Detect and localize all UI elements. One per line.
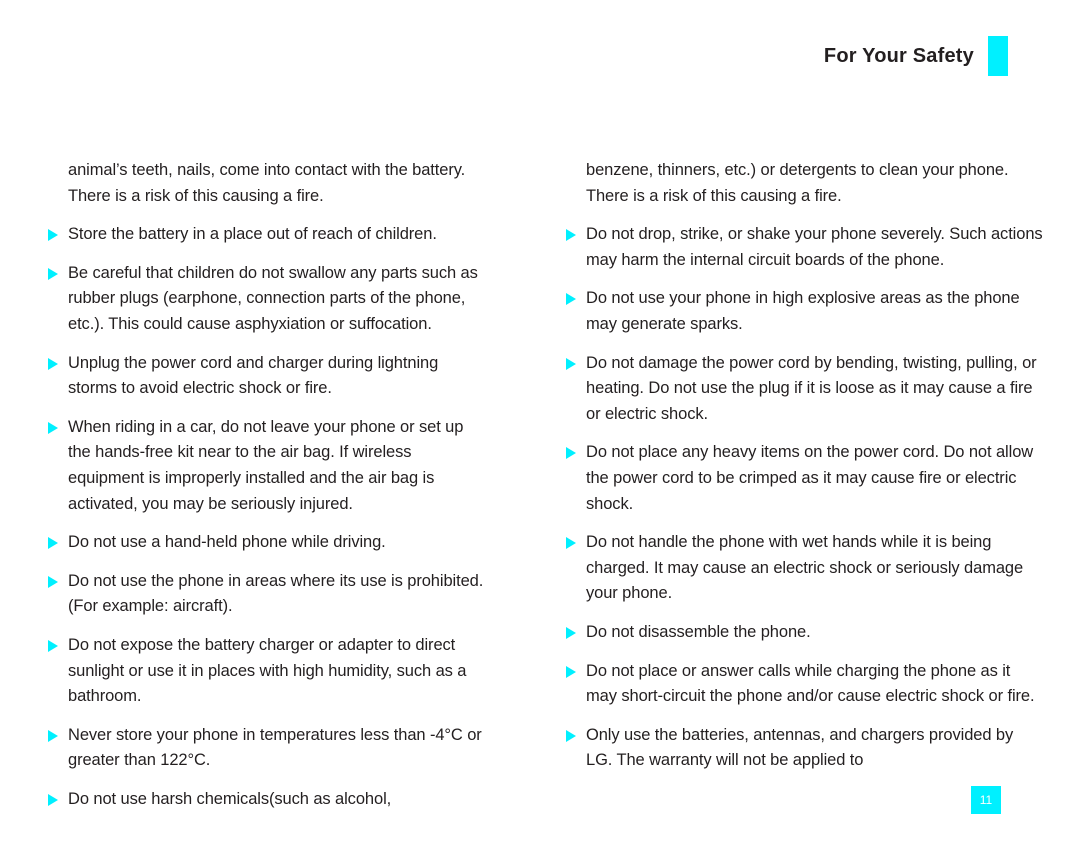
triangle-right-icon bbox=[566, 447, 576, 460]
safety-item-text: animal’s teeth, nails, come into contact… bbox=[68, 161, 466, 205]
text-column-right: benzene, thinners, etc.) or detergents t… bbox=[553, 158, 1053, 825]
safety-bullet-item: Do not place any heavy items on the powe… bbox=[566, 440, 1043, 517]
safety-item-text: Do not expose the battery charger or ada… bbox=[68, 635, 467, 706]
safety-item-text: When riding in a car, do not leave your … bbox=[68, 417, 464, 513]
safety-item-text: Do not disassemble the phone. bbox=[586, 622, 811, 641]
triangle-right-icon bbox=[48, 537, 58, 550]
triangle-right-icon bbox=[48, 793, 58, 806]
safety-item-text: Do not use harsh chemicals(such as alcoh… bbox=[68, 789, 392, 808]
safety-item-text: Do not use the phone in areas where its … bbox=[68, 571, 484, 616]
safety-item-text: Do not place or answer calls while charg… bbox=[586, 661, 1035, 706]
safety-bullet-item: Do not use your phone in high explosive … bbox=[566, 286, 1043, 337]
safety-bullet-item: When riding in a car, do not leave your … bbox=[48, 415, 490, 517]
triangle-right-icon bbox=[48, 421, 58, 434]
triangle-right-icon bbox=[566, 229, 576, 242]
safety-bullet-item: Do not place or answer calls while charg… bbox=[566, 659, 1043, 710]
page-header: For Your Safety bbox=[824, 36, 1008, 76]
page-number-badge: 11 bbox=[971, 786, 1001, 814]
header-accent-bar bbox=[988, 36, 1008, 76]
safety-bullet-item: Never store your phone in temperatures l… bbox=[48, 723, 490, 774]
safety-item-text: benzene, thinners, etc.) or detergents t… bbox=[586, 161, 1009, 205]
safety-bullet-item: Store the battery in a place out of reac… bbox=[48, 222, 490, 248]
triangle-right-icon bbox=[48, 639, 58, 652]
safety-bullet-item: Do not use the phone in areas where its … bbox=[48, 569, 490, 620]
page-content: animal’s teeth, nails, come into contact… bbox=[0, 158, 1080, 825]
safety-item-text: Only use the batteries, antennas, and ch… bbox=[586, 725, 1014, 770]
safety-item-text: Be careful that children do not swallow … bbox=[68, 263, 478, 333]
triangle-right-icon bbox=[566, 626, 576, 639]
text-column-left: animal’s teeth, nails, come into contact… bbox=[0, 158, 500, 825]
safety-item-text: Do not place any heavy items on the powe… bbox=[586, 443, 1034, 513]
safety-item-text: Do not damage the power cord by bending,… bbox=[586, 353, 1037, 423]
safety-bullet-item: Unplug the power cord and charger during… bbox=[48, 351, 490, 402]
triangle-right-icon bbox=[48, 729, 58, 742]
safety-bullet-item: Do not drop, strike, or shake your phone… bbox=[566, 222, 1043, 273]
triangle-right-icon bbox=[566, 293, 576, 306]
safety-bullet-item: Do not handle the phone with wet hands w… bbox=[566, 530, 1043, 607]
safety-continuation-paragraph: benzene, thinners, etc.) or detergents t… bbox=[566, 158, 1043, 209]
triangle-right-icon bbox=[48, 357, 58, 370]
safety-bullet-item: Be careful that children do not swallow … bbox=[48, 261, 490, 338]
safety-item-text: Never store your phone in temperatures l… bbox=[68, 725, 482, 770]
page-title: For Your Safety bbox=[823, 45, 974, 67]
triangle-right-icon bbox=[566, 357, 576, 370]
safety-bullet-item: Do not use harsh chemicals(such as alcoh… bbox=[48, 787, 490, 813]
safety-bullet-item: Do not disassemble the phone. bbox=[566, 620, 1043, 646]
triangle-right-icon bbox=[566, 665, 576, 678]
triangle-right-icon bbox=[48, 267, 58, 280]
triangle-right-icon bbox=[48, 229, 58, 242]
safety-item-text: Unplug the power cord and charger during… bbox=[68, 353, 439, 398]
safety-continuation-paragraph: animal’s teeth, nails, come into contact… bbox=[48, 158, 490, 209]
safety-item-text: Do not use your phone in high explosive … bbox=[586, 289, 1020, 333]
safety-item-text: Do not drop, strike, or shake your phone… bbox=[586, 225, 1043, 269]
triangle-right-icon bbox=[48, 575, 58, 588]
safety-bullet-item: Do not damage the power cord by bending,… bbox=[566, 351, 1043, 428]
safety-item-text: Do not handle the phone with wet hands w… bbox=[586, 533, 1024, 603]
triangle-right-icon bbox=[566, 537, 576, 550]
safety-bullet-item: Do not use a hand-held phone while drivi… bbox=[48, 530, 490, 556]
safety-bullet-item: Only use the batteries, antennas, and ch… bbox=[566, 723, 1043, 774]
safety-item-text: Do not use a hand-held phone while drivi… bbox=[68, 533, 386, 552]
safety-bullet-item: Do not expose the battery charger or ada… bbox=[48, 633, 490, 710]
triangle-right-icon bbox=[566, 729, 576, 742]
safety-item-text: Store the battery in a place out of reac… bbox=[68, 225, 437, 244]
